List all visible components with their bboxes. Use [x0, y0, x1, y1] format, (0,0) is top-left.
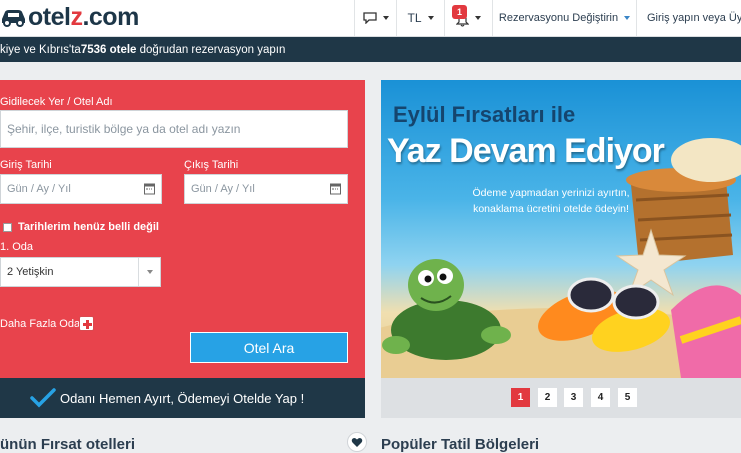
banner-subtext-1: Ödeme yapmadan yerinizi ayırtın, [472, 187, 630, 199]
info-prefix: kiye ve Kıbrıs'ta [0, 43, 81, 56]
carousel-page-1[interactable]: 1 [511, 388, 530, 407]
chevron-down-icon [382, 16, 389, 20]
heart-icon [351, 437, 363, 447]
top-navigation-bar: otelz.com TL 1 Rezervasyonu Değiştirin G… [0, 0, 741, 37]
dates-unknown-checkbox[interactable] [3, 223, 12, 232]
carousel-page-3[interactable]: 3 [564, 388, 583, 407]
banner-subtext-2: konaklama ücretini otelde ödeyin! [473, 203, 629, 215]
add-room-icon[interactable] [79, 316, 94, 331]
hotel-count: 7536 otele [80, 43, 137, 56]
logo-text: otelz.com [28, 2, 139, 31]
popular-regions-title: Popüler Tatil Bölgeleri [381, 436, 540, 453]
login-label: Giriş yapın veya Üye Ol [647, 12, 741, 24]
more-rooms-label: Daha Fazla Oda [0, 318, 81, 330]
banner-headline-2: Yaz Devam Ediyor [387, 132, 665, 170]
chevron-down-icon [624, 16, 631, 20]
info-bar: kiye ve Kıbrıs'ta 7536 otele doğrudan re… [0, 37, 741, 62]
carousel-page-2[interactable]: 2 [538, 388, 557, 407]
promo-banner[interactable]: Eylül Fırsatları ile Yaz Devam Ediyor Öd… [381, 80, 741, 378]
chat-icon [362, 12, 377, 24]
banner-headline-1: Eylül Fırsatları ile [393, 102, 576, 127]
room-label: 1. Oda [0, 241, 34, 253]
checkin-date-input[interactable]: Gün / Ay / Yıl [0, 174, 162, 204]
carousel-pagination [381, 378, 741, 418]
checkin-label: Giriş Tarihi [0, 159, 52, 171]
carousel-page-5[interactable]: 5 [618, 388, 637, 407]
checkmark-icon [30, 388, 56, 408]
guests-select[interactable]: 2 Yetişkin [0, 257, 161, 287]
login-link[interactable]: Giriş yapın veya Üye Ol [636, 0, 741, 36]
dates-unknown-label: Tarihlerim henüz belli değil [18, 221, 159, 233]
favorite-heart-button[interactable] [347, 432, 367, 452]
calendar-icon[interactable] [330, 183, 341, 195]
guests-value: 2 Yetişkin [7, 266, 54, 278]
calendar-icon[interactable] [144, 183, 155, 195]
destination-label: Gidilecek Yer / Otel Adı [0, 96, 113, 108]
pay-at-hotel-strip: Odanı Hemen Ayırt, Ödemeyi Otelde Yap ! [0, 378, 365, 418]
checkin-placeholder: Gün / Ay / Yıl [7, 183, 71, 195]
notifications-button[interactable] [444, 0, 492, 36]
currency-label: TL [407, 11, 422, 25]
car-logo-icon [2, 10, 25, 27]
chevron-down-icon [138, 258, 160, 286]
pay-at-hotel-text: Odanı Hemen Ayırt, Ödemeyi Otelde Yap ! [60, 390, 305, 406]
deal-hotels-title: ünün Fırsat otelleri [0, 436, 136, 453]
checkout-label: Çıkış Tarihi [184, 159, 239, 171]
notification-count-badge: 1 [452, 5, 467, 19]
checkout-placeholder: Gün / Ay / Yıl [191, 183, 255, 195]
chevron-down-icon [427, 16, 434, 20]
destination-input[interactable]: Şehir, ilçe, turistik bölge ya da otel a… [0, 110, 348, 148]
carousel-page-4[interactable]: 4 [591, 388, 610, 407]
checkout-date-input[interactable]: Gün / Ay / Yıl [184, 174, 348, 204]
info-suffix: doğrudan rezervasyon yapın [136, 43, 286, 56]
search-hotels-button[interactable]: Otel Ara [190, 332, 348, 363]
manage-booking-menu[interactable]: Rezervasyonu Değiştirin [492, 0, 636, 36]
site-logo[interactable]: otelz.com [0, 3, 139, 31]
chevron-down-icon [475, 16, 481, 20]
manage-booking-label: Rezervasyonu Değiştirin [498, 12, 619, 24]
chat-button[interactable] [354, 0, 396, 36]
currency-selector[interactable]: TL [396, 0, 444, 36]
